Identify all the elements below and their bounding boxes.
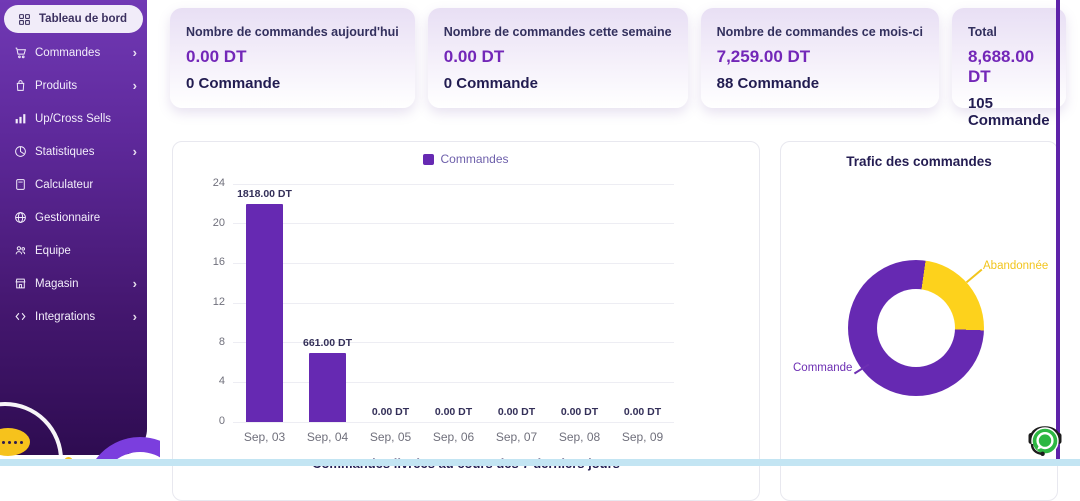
- sidebar-item-tableau-de-bord[interactable]: Tableau de bord: [4, 5, 143, 33]
- stat-card-count: 0 Commande: [444, 75, 672, 92]
- sidebar-item-label: Gestionnaire: [35, 212, 100, 224]
- stat-card-value: 7,259.00 DT: [717, 47, 923, 67]
- bar-slot: 661.00 DT: [296, 184, 359, 422]
- stat-card-nombre-de-commandes-ce-mois-ci: Nombre de commandes ce mois-ci 7,259.00 D…: [701, 8, 939, 108]
- stat-cards-row: Nombre de commandes aujourd'hui 0.00 DT 0 …: [170, 8, 1056, 108]
- sidebar-item-label: Calculateur: [35, 179, 93, 191]
- stat-card-title: Nombre de commandes ce mois-ci: [717, 25, 923, 39]
- bar-value-label: 0.00 DT: [605, 406, 680, 418]
- stat-card-title: Nombre de commandes aujourd'hui: [186, 25, 399, 39]
- sidebar-item-commandes[interactable]: Commandes ›: [0, 36, 147, 69]
- sidebar: Tableau de bord Commandes › Produits › Up/Cro…: [0, 0, 147, 455]
- slice-label-abandonnee: Abandonnée: [983, 260, 1048, 272]
- sidebar-item-label: Magasin: [35, 278, 78, 290]
- y-axis-tick-label: 4: [197, 375, 225, 387]
- sidebar-item-label: Up/Cross Sells: [35, 113, 111, 125]
- sidebar-item-gestionnaire[interactable]: Gestionnaire: [0, 201, 147, 234]
- bar-slot: 0.00 DT: [359, 184, 422, 422]
- stat-card-value: 8,688.00 DT: [968, 47, 1050, 87]
- bottom-highlight-strip: [0, 459, 1080, 466]
- y-axis-tick-label: 24: [197, 177, 225, 189]
- sidebar-item-statistiques[interactable]: Statistiques ›: [0, 135, 147, 168]
- chevron-right-icon: ›: [133, 310, 137, 323]
- chevron-right-icon: ›: [133, 46, 137, 59]
- traffic-donut-card: Trafic des commandes Abandonnée Commande: [780, 141, 1058, 501]
- sidebar-item-label: Statistiques: [35, 146, 94, 158]
- x-axis-tick-label: Sep, 03: [233, 430, 296, 444]
- stat-card-nombre-de-commandes-aujourd-hui: Nombre de commandes aujourd'hui 0.00 DT 0 …: [170, 8, 415, 108]
- sidebar-item-integrations[interactable]: Integrations ›: [0, 300, 147, 333]
- bar-sep-04: [309, 353, 346, 422]
- x-axis-tick-label: Sep, 08: [548, 430, 611, 444]
- calculator-icon: [13, 178, 27, 192]
- orders-bar-chart-card: Commandes 242016128401818.00 DTSep, 0366…: [172, 141, 760, 501]
- sidebar-item-magasin[interactable]: Magasin ›: [0, 267, 147, 300]
- bar-slot: 0.00 DT: [548, 184, 611, 422]
- x-axis-tick-label: Sep, 04: [296, 430, 359, 444]
- bar-slot: 0.00 DT: [485, 184, 548, 422]
- legend-swatch-commandes: [423, 154, 434, 165]
- sidebar-item-label: Tableau de bord: [39, 13, 127, 25]
- bar-chart-plot: 242016128401818.00 DTSep, 03661.00 DTSep…: [233, 184, 674, 422]
- stat-card-count: 88 Commande: [717, 75, 923, 92]
- chart-legend: Commandes: [173, 152, 759, 166]
- bar-value-label: 661.00 DT: [290, 337, 365, 349]
- bar-value-label: 1818.00 DT: [227, 188, 302, 200]
- x-axis-tick-label: Sep, 05: [359, 430, 422, 444]
- sidebar-item-label: Équipe: [35, 245, 71, 257]
- bar-slot: 1818.00 DT: [233, 184, 296, 422]
- sidebar-item-produits[interactable]: Produits ›: [0, 69, 147, 102]
- scrollbar[interactable]: [1056, 0, 1060, 466]
- stat-card-title: Nombre de commandes cette semaine: [444, 25, 672, 39]
- donut-chart: [848, 260, 984, 396]
- donut-chart-title: Trafic des commandes: [781, 154, 1057, 169]
- y-axis-tick-label: 12: [197, 296, 225, 308]
- callout-line-abandonnee: [966, 269, 982, 283]
- x-axis-tick-label: Sep, 06: [422, 430, 485, 444]
- stat-card-total: Total8,688.00 DT105 Commande: [952, 8, 1066, 108]
- upsell-icon: [13, 112, 27, 126]
- y-axis-tick-label: 8: [197, 336, 225, 348]
- sidebar-item-calculateur[interactable]: Calculateur: [0, 168, 147, 201]
- sidebar-item-label: Produits: [35, 80, 77, 92]
- sidebar-nav: Tableau de bord Commandes › Produits › Up/Cro…: [0, 0, 147, 333]
- stat-card-count: 0 Commande: [186, 75, 399, 92]
- stat-card-value: 0.00 DT: [444, 47, 672, 67]
- stat-card-title: Total: [968, 25, 1050, 39]
- stats-icon: [13, 145, 27, 159]
- y-axis-tick-label: 16: [197, 256, 225, 268]
- whatsapp-headset-icon[interactable]: [1024, 418, 1066, 462]
- legend-label: Commandes: [440, 152, 508, 166]
- bar-sep-03: [246, 204, 283, 422]
- stat-card-value: 0.00 DT: [186, 47, 399, 67]
- stat-card-count: 105 Commande: [968, 95, 1050, 129]
- sidebar-item-label: Commandes: [35, 47, 100, 59]
- y-axis-tick-label: 20: [197, 217, 225, 229]
- dashboard-icon: [17, 12, 31, 26]
- sidebar-item-quipe[interactable]: Équipe: [0, 234, 147, 267]
- team-icon: [13, 244, 27, 258]
- x-axis-tick-label: Sep, 09: [611, 430, 674, 444]
- stat-card-nombre-de-commandes-cette-semaine: Nombre de commandes cette semaine 0.00 DT…: [428, 8, 688, 108]
- bag-icon: [13, 79, 27, 93]
- chevron-right-icon: ›: [133, 79, 137, 92]
- bar-slot: 0.00 DT: [422, 184, 485, 422]
- chevron-right-icon: ›: [133, 145, 137, 158]
- store-icon: [13, 277, 27, 291]
- cart-icon: [13, 46, 27, 60]
- integrations-icon: [13, 310, 27, 324]
- bar-slot: 0.00 DT: [611, 184, 674, 422]
- y-axis-tick-label: 0: [197, 415, 225, 427]
- donut-hole: [877, 289, 955, 367]
- manager-icon: [13, 211, 27, 225]
- chevron-right-icon: ›: [133, 277, 137, 290]
- x-axis-tick-label: Sep, 07: [485, 430, 548, 444]
- sidebar-item-label: Integrations: [35, 311, 95, 323]
- sidebar-item-up-cross-sells[interactable]: Up/Cross Sells: [0, 102, 147, 135]
- slice-label-commande: Commande: [793, 362, 852, 374]
